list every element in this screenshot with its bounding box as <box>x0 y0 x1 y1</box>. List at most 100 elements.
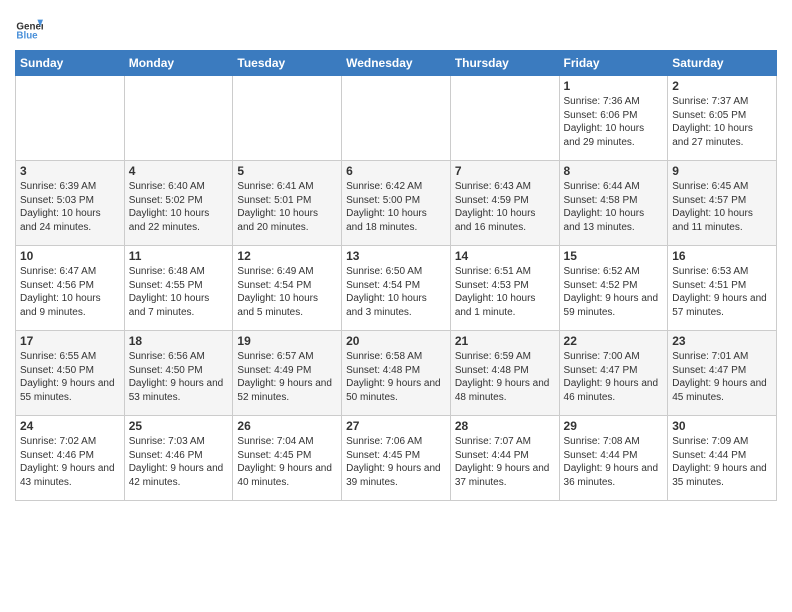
day-number: 25 <box>129 419 229 433</box>
day-info: Sunrise: 7:06 AM Sunset: 4:45 PM Dayligh… <box>346 435 446 489</box>
day-number: 10 <box>20 249 120 263</box>
calendar-cell: 6Sunrise: 6:42 AM Sunset: 5:00 PM Daylig… <box>342 161 451 246</box>
day-number: 24 <box>20 419 120 433</box>
day-info: Sunrise: 7:09 AM Sunset: 4:44 PM Dayligh… <box>672 435 772 489</box>
day-number: 18 <box>129 334 229 348</box>
day-number: 29 <box>564 419 664 433</box>
calendar-cell: 1Sunrise: 7:36 AM Sunset: 6:06 PM Daylig… <box>559 76 668 161</box>
calendar-cell: 2 Sunrise: 7:37 AM Sunset: 6:05 PM Daylig… <box>668 76 777 161</box>
week-row-3: 10 Sunrise: 6:47 AM Sunset: 4:56 PM Dayli… <box>16 246 777 331</box>
day-number: 7 <box>455 164 555 178</box>
calendar-cell: 30 Sunrise: 7:09 AM Sunset: 4:44 PM Dayli… <box>668 416 777 501</box>
calendar-cell: 26 Sunrise: 7:04 AM Sunset: 4:45 PM Dayli… <box>233 416 342 501</box>
day-info: Sunrise: 7:02 AM Sunset: 4:46 PM Dayligh… <box>20 435 120 489</box>
svg-text:Blue: Blue <box>16 31 38 42</box>
calendar-cell: 11 Sunrise: 6:48 AM Sunset: 4:55 PM Dayli… <box>124 246 233 331</box>
weekday-header-tuesday: Tuesday <box>233 51 342 76</box>
day-number: 2 <box>672 79 772 93</box>
calendar-cell: 8Sunrise: 6:44 AM Sunset: 4:58 PM Daylig… <box>559 161 668 246</box>
calendar-cell: 21 Sunrise: 6:59 AM Sunset: 4:48 PM Dayli… <box>450 331 559 416</box>
day-info: Sunrise: 6:59 AM Sunset: 4:48 PM Dayligh… <box>455 350 555 404</box>
day-number: 20 <box>346 334 446 348</box>
calendar-cell: 23 Sunrise: 7:01 AM Sunset: 4:47 PM Dayli… <box>668 331 777 416</box>
calendar-cell: 20 Sunrise: 6:58 AM Sunset: 4:48 PM Dayli… <box>342 331 451 416</box>
weekday-header-wednesday: Wednesday <box>342 51 451 76</box>
day-info: Sunrise: 7:01 AM Sunset: 4:47 PM Dayligh… <box>672 350 772 404</box>
day-info: Sunrise: 6:39 AM Sunset: 5:03 PM Dayligh… <box>20 180 120 234</box>
calendar-table: SundayMondayTuesdayWednesdayThursdayFrid… <box>15 50 777 501</box>
calendar-cell <box>450 76 559 161</box>
day-info: Sunrise: 6:57 AM Sunset: 4:49 PM Dayligh… <box>237 350 337 404</box>
weekday-header-thursday: Thursday <box>450 51 559 76</box>
calendar-cell: 19 Sunrise: 6:57 AM Sunset: 4:49 PM Dayli… <box>233 331 342 416</box>
day-info: Sunrise: 7:08 AM Sunset: 4:44 PM Dayligh… <box>564 435 664 489</box>
calendar-cell: 16Sunrise: 6:53 AM Sunset: 4:51 PM Dayli… <box>668 246 777 331</box>
calendar-cell <box>16 76 125 161</box>
day-info: Sunrise: 7:37 AM Sunset: 6:05 PM Dayligh… <box>672 95 772 149</box>
day-info: Sunrise: 7:03 AM Sunset: 4:46 PM Dayligh… <box>129 435 229 489</box>
day-info: Sunrise: 6:50 AM Sunset: 4:54 PM Dayligh… <box>346 265 446 319</box>
day-info: Sunrise: 6:47 AM Sunset: 4:56 PM Dayligh… <box>20 265 120 319</box>
day-info: Sunrise: 6:45 AM Sunset: 4:57 PM Dayligh… <box>672 180 772 234</box>
calendar-cell: 5 Sunrise: 6:41 AM Sunset: 5:01 PM Daylig… <box>233 161 342 246</box>
calendar-cell <box>342 76 451 161</box>
week-row-5: 24 Sunrise: 7:02 AM Sunset: 4:46 PM Dayli… <box>16 416 777 501</box>
day-number: 27 <box>346 419 446 433</box>
calendar-cell: 24 Sunrise: 7:02 AM Sunset: 4:46 PM Dayli… <box>16 416 125 501</box>
day-number: 3 <box>20 164 120 178</box>
day-number: 13 <box>346 249 446 263</box>
week-row-4: 17 Sunrise: 6:55 AM Sunset: 4:50 PM Dayli… <box>16 331 777 416</box>
day-info: Sunrise: 7:00 AM Sunset: 4:47 PM Dayligh… <box>564 350 664 404</box>
day-number: 1 <box>564 79 664 93</box>
calendar-cell: 7 Sunrise: 6:43 AM Sunset: 4:59 PM Daylig… <box>450 161 559 246</box>
day-number: 19 <box>237 334 337 348</box>
day-number: 12 <box>237 249 337 263</box>
week-row-2: 3 Sunrise: 6:39 AM Sunset: 5:03 PM Daylig… <box>16 161 777 246</box>
day-number: 4 <box>129 164 229 178</box>
day-info: Sunrise: 6:58 AM Sunset: 4:48 PM Dayligh… <box>346 350 446 404</box>
day-number: 26 <box>237 419 337 433</box>
day-info: Sunrise: 7:04 AM Sunset: 4:45 PM Dayligh… <box>237 435 337 489</box>
calendar-cell: 18 Sunrise: 6:56 AM Sunset: 4:50 PM Dayli… <box>124 331 233 416</box>
calendar-cell: 25 Sunrise: 7:03 AM Sunset: 4:46 PM Dayli… <box>124 416 233 501</box>
day-info: Sunrise: 6:48 AM Sunset: 4:55 PM Dayligh… <box>129 265 229 319</box>
day-number: 11 <box>129 249 229 263</box>
logo-icon: General Blue <box>15 14 43 42</box>
day-info: Sunrise: 6:43 AM Sunset: 4:59 PM Dayligh… <box>455 180 555 234</box>
day-number: 22 <box>564 334 664 348</box>
day-number: 17 <box>20 334 120 348</box>
day-number: 15 <box>564 249 664 263</box>
day-info: Sunrise: 6:42 AM Sunset: 5:00 PM Dayligh… <box>346 180 446 234</box>
day-info: Sunrise: 6:41 AM Sunset: 5:01 PM Dayligh… <box>237 180 337 234</box>
day-info: Sunrise: 7:07 AM Sunset: 4:44 PM Dayligh… <box>455 435 555 489</box>
day-info: Sunrise: 6:55 AM Sunset: 4:50 PM Dayligh… <box>20 350 120 404</box>
day-number: 5 <box>237 164 337 178</box>
calendar-cell: 28 Sunrise: 7:07 AM Sunset: 4:44 PM Dayli… <box>450 416 559 501</box>
weekday-header-saturday: Saturday <box>668 51 777 76</box>
weekday-header-monday: Monday <box>124 51 233 76</box>
calendar-cell: 3 Sunrise: 6:39 AM Sunset: 5:03 PM Daylig… <box>16 161 125 246</box>
day-number: 30 <box>672 419 772 433</box>
calendar-cell: 4 Sunrise: 6:40 AM Sunset: 5:02 PM Daylig… <box>124 161 233 246</box>
weekday-header-row: SundayMondayTuesdayWednesdayThursdayFrid… <box>16 51 777 76</box>
day-info: Sunrise: 6:44 AM Sunset: 4:58 PM Dayligh… <box>564 180 664 234</box>
day-number: 23 <box>672 334 772 348</box>
calendar-cell: 29 Sunrise: 7:08 AM Sunset: 4:44 PM Dayli… <box>559 416 668 501</box>
weekday-header-sunday: Sunday <box>16 51 125 76</box>
calendar-cell: 10 Sunrise: 6:47 AM Sunset: 4:56 PM Dayli… <box>16 246 125 331</box>
calendar-cell: 27 Sunrise: 7:06 AM Sunset: 4:45 PM Dayli… <box>342 416 451 501</box>
day-info: Sunrise: 6:53 AM Sunset: 4:51 PM Dayligh… <box>672 265 772 319</box>
day-info: Sunrise: 6:56 AM Sunset: 4:50 PM Dayligh… <box>129 350 229 404</box>
calendar-cell <box>233 76 342 161</box>
day-number: 21 <box>455 334 555 348</box>
calendar-cell: 17 Sunrise: 6:55 AM Sunset: 4:50 PM Dayli… <box>16 331 125 416</box>
day-number: 28 <box>455 419 555 433</box>
logo: General Blue <box>15 14 43 42</box>
week-row-1: 1Sunrise: 7:36 AM Sunset: 6:06 PM Daylig… <box>16 76 777 161</box>
page-header: General Blue <box>15 10 777 42</box>
calendar-cell: 13 Sunrise: 6:50 AM Sunset: 4:54 PM Dayli… <box>342 246 451 331</box>
calendar-cell: 9Sunrise: 6:45 AM Sunset: 4:57 PM Daylig… <box>668 161 777 246</box>
calendar-cell: 22 Sunrise: 7:00 AM Sunset: 4:47 PM Dayli… <box>559 331 668 416</box>
calendar-cell: 12Sunrise: 6:49 AM Sunset: 4:54 PM Dayli… <box>233 246 342 331</box>
day-info: Sunrise: 6:40 AM Sunset: 5:02 PM Dayligh… <box>129 180 229 234</box>
